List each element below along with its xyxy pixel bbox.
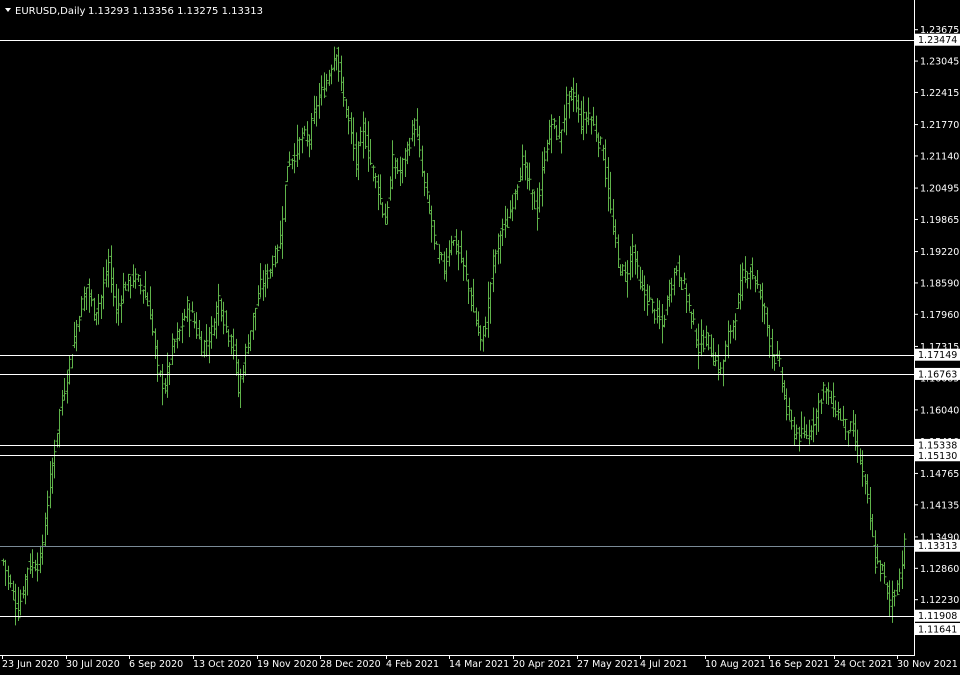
price-tick-label: 1.14135: [920, 500, 959, 511]
time-tick-label: 13 Oct 2020: [193, 659, 252, 670]
current-price-label: 1.13313: [918, 541, 957, 552]
time-tick-label: 10 Aug 2021: [705, 659, 766, 670]
time-tick-label: 14 Mar 2021: [449, 659, 509, 670]
time-tick-label: 24 Oct 2021: [834, 659, 893, 670]
time-tick-label: 16 Sep 2021: [769, 659, 829, 670]
price-tick-label: 1.21140: [920, 151, 959, 162]
level-label: 1.23474: [918, 35, 957, 46]
price-tick-label: 1.14765: [920, 469, 959, 480]
price-tick-label: 1.19865: [920, 215, 959, 226]
price-tick-label: 1.17960: [920, 310, 959, 321]
level-label: 1.15130: [918, 451, 957, 462]
chart-header: EURUSD,Daily 1.13293 1.13356 1.13275 1.1…: [5, 6, 263, 17]
level-label: 1.17149: [918, 350, 957, 361]
price-tick-label: 1.23045: [920, 57, 959, 68]
price-chart[interactable]: 1.236751.230451.224151.217701.211401.204…: [0, 0, 960, 675]
price-tick-label: 1.22415: [920, 88, 959, 99]
price-tick-label: 1.21770: [920, 120, 959, 131]
price-tick-label: 1.18590: [920, 278, 959, 289]
time-tick-label: 6 Sep 2020: [129, 659, 183, 670]
time-tick-label: 4 Feb 2021: [386, 659, 439, 670]
time-tick-label: 28 Dec 2020: [320, 659, 381, 670]
price-tick-label: 1.12230: [920, 595, 959, 606]
level-label: 1.11908: [918, 611, 957, 622]
time-tick-label: 30 Jul 2020: [66, 659, 120, 670]
symbol-timeframe: EURUSD,Daily: [15, 6, 86, 17]
level-label: 1.16763: [918, 369, 957, 380]
time-tick-label: 30 Nov 2021: [897, 659, 958, 670]
price-tick-label: 1.20495: [920, 184, 959, 195]
price-tick-label: 1.19220: [920, 247, 959, 258]
ohlc-values: 1.13293 1.13356 1.13275 1.13313: [88, 6, 263, 17]
time-tick-label: 4 Jul 2021: [640, 659, 688, 670]
price-tick-label: 1.12860: [920, 564, 959, 575]
time-tick-label: 20 Apr 2021: [513, 659, 572, 670]
time-tick-label: 27 May 2021: [577, 659, 639, 670]
time-tick-label: 23 Jun 2020: [2, 659, 59, 670]
bottom-price-label: 1.11641: [918, 625, 957, 636]
price-tick-label: 1.16040: [920, 405, 959, 416]
time-tick-label: 19 Nov 2020: [257, 659, 318, 670]
